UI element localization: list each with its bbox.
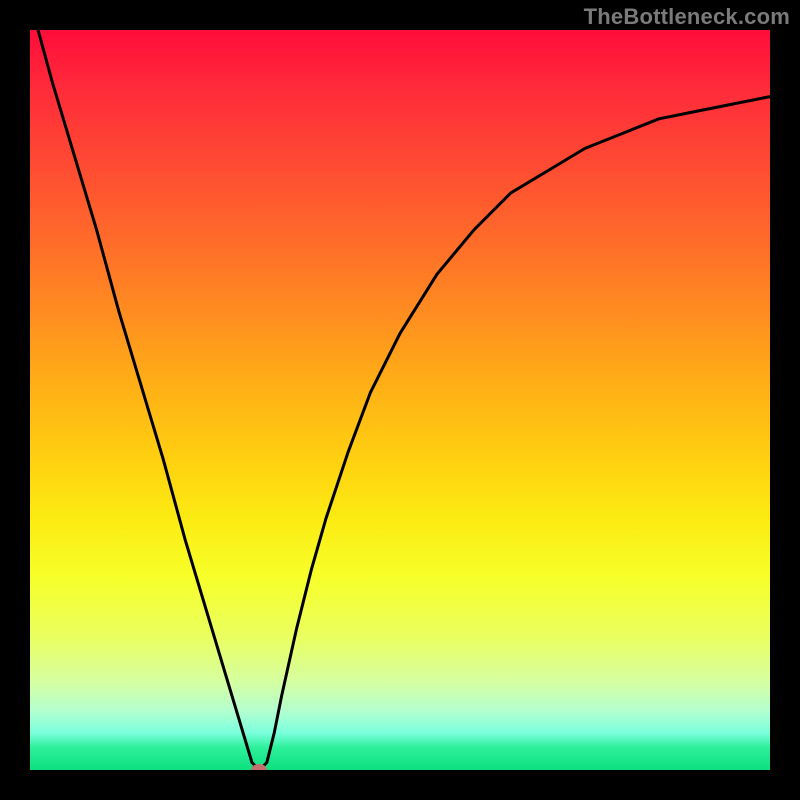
minimum-marker (251, 764, 267, 770)
curve-svg (30, 30, 770, 770)
watermark-text: TheBottleneck.com (584, 4, 790, 30)
plot-area (30, 30, 770, 770)
bottleneck-curve (30, 30, 770, 770)
chart-frame: TheBottleneck.com (0, 0, 800, 800)
